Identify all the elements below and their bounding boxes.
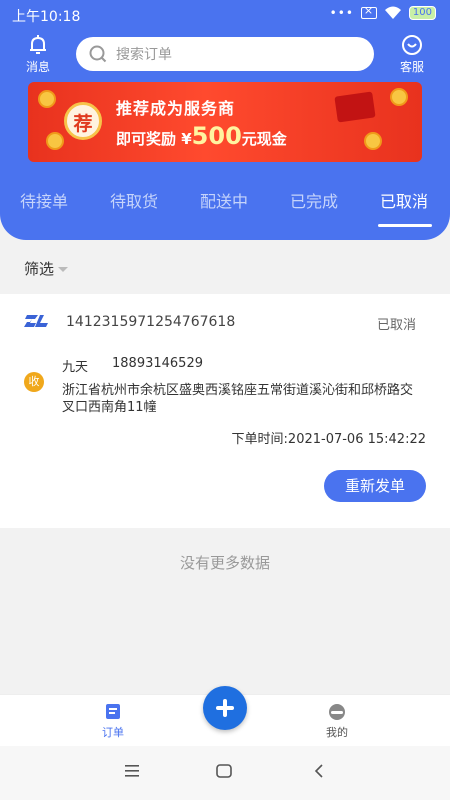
- coin-icon: [364, 132, 382, 150]
- tab-pending-accept[interactable]: 待接单: [20, 188, 68, 212]
- receiver-name: 九天: [62, 360, 89, 375]
- coin-icon: [390, 88, 408, 106]
- menu-icon[interactable]: [124, 764, 140, 778]
- message-label: 消息: [25, 60, 50, 74]
- more-dots-icon: •••: [329, 6, 354, 20]
- bell-icon: [30, 35, 46, 54]
- express-logo-icon: [24, 315, 48, 327]
- nav-orders[interactable]: 订单: [88, 703, 138, 740]
- active-tab-indicator: [378, 224, 432, 227]
- receiver-phone: 18893146529: [112, 356, 203, 371]
- caret-down-icon: [58, 267, 69, 272]
- clock: 上午10:18: [12, 9, 81, 25]
- tab-pending-pickup[interactable]: 待取货: [110, 188, 158, 212]
- tab-completed[interactable]: 已完成: [290, 188, 338, 212]
- filter-label: 筛选: [24, 260, 55, 278]
- add-order-button[interactable]: [203, 686, 247, 730]
- coin-icon: [38, 90, 56, 108]
- order-status-tabs: 待接单 待取货 配送中 已完成 已取消: [0, 188, 450, 228]
- system-nav-bar: [0, 746, 450, 800]
- reward-amount: 500: [191, 122, 242, 150]
- message-button[interactable]: 消息: [18, 34, 58, 75]
- customer-service-label: 客服: [399, 60, 424, 74]
- customer-service-button[interactable]: 客服: [392, 34, 432, 75]
- order-time: 下单时间:2021-07-06 15:42:22: [231, 432, 426, 447]
- profile-icon: [329, 704, 345, 720]
- order-status: 已取消: [376, 318, 416, 333]
- home-icon[interactable]: [216, 764, 232, 778]
- back-icon[interactable]: [313, 764, 325, 778]
- orders-icon: [106, 704, 120, 719]
- tab-delivering[interactable]: 配送中: [200, 188, 248, 212]
- banner-headline: 推荐成为服务商: [116, 99, 236, 118]
- battery-icon: 100: [408, 6, 436, 20]
- recommend-badge: 荐: [64, 102, 102, 140]
- nav-mine[interactable]: 我的: [312, 703, 362, 740]
- search-icon: [89, 45, 107, 63]
- search-bar[interactable]: 搜索订单: [76, 37, 374, 71]
- receiver-address: 浙江省杭州市余杭区盛奥西溪铭座五常街道溪沁街和邱桥路交叉口西南角11幢: [62, 383, 414, 415]
- customer-service-icon: [402, 35, 422, 55]
- reorder-button[interactable]: 重新发单: [324, 470, 426, 502]
- tab-cancelled[interactable]: 已取消: [380, 188, 428, 212]
- nav-orders-label: 订单: [102, 726, 124, 739]
- order-card[interactable]: 1412315971254767618 已取消 收 九天 18893146529…: [0, 294, 450, 528]
- nav-mine-label: 我的: [326, 726, 348, 739]
- no-more-data-text: 没有更多数据: [179, 554, 270, 572]
- filter-button[interactable]: 筛选: [24, 258, 69, 279]
- status-icons: ••• 100: [329, 4, 436, 20]
- red-envelope-icon: [334, 91, 376, 123]
- status-bar: 上午10:18 ••• 100: [0, 0, 450, 30]
- receiver-badge: 收: [24, 372, 44, 392]
- search-placeholder: 搜索订单: [116, 47, 172, 63]
- promo-banner[interactable]: 荐 推荐成为服务商 即可奖励 ¥500元现金: [28, 82, 422, 162]
- wifi-icon: [384, 6, 401, 19]
- order-number: 1412315971254767618: [66, 314, 236, 330]
- banner-reward: 即可奖励 ¥500元现金: [116, 122, 287, 150]
- coin-icon: [46, 132, 64, 150]
- sim-icon: [360, 4, 377, 19]
